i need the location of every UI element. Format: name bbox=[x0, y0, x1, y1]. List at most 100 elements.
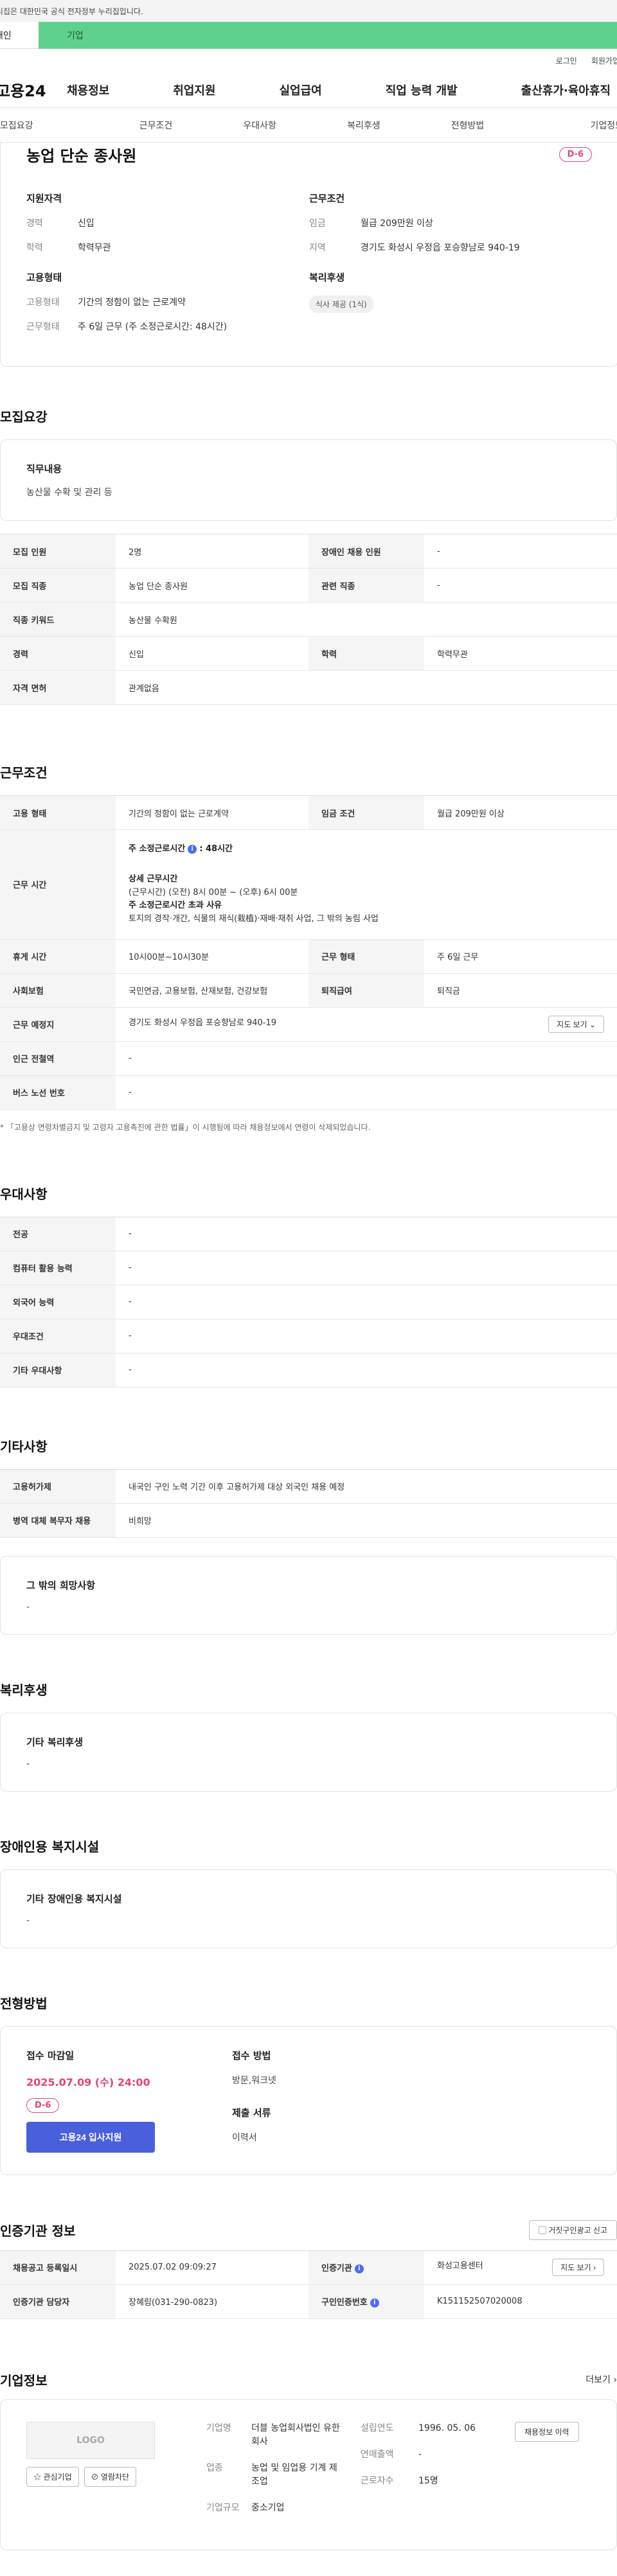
welfare-chip: 식사 제공 (1식) bbox=[309, 296, 373, 313]
table-row: 직종 키워드 농산물 수확원 bbox=[0, 602, 617, 637]
gnb-item-employment-support[interactable]: 취업지원 bbox=[173, 82, 215, 98]
table-row: 우대조건 - bbox=[0, 1319, 617, 1354]
category-bar: 개인 기업 bbox=[0, 22, 617, 49]
gnb-item-unemployment-benefit[interactable]: 실업급여 bbox=[280, 82, 322, 98]
info-icon[interactable]: i bbox=[188, 844, 197, 854]
deadline-value: 2025.07.09 (수) 24:00 bbox=[26, 2076, 150, 2088]
dday-badge: D-6 bbox=[559, 146, 592, 162]
qualification-title: 지원자격 bbox=[26, 193, 62, 204]
agency-section-title: 인증기관 정보 bbox=[0, 2223, 76, 2239]
company-logo: LOGO bbox=[26, 2421, 155, 2459]
prefer-table: 전공 - 컴퓨터 활용 능력 - 외국어 능력 - 우대조건 - 기타 우대사항 - bbox=[0, 1216, 617, 1388]
apply-button[interactable]: 고용24 입사지원 bbox=[26, 2121, 155, 2153]
category-company-tab[interactable]: 기업 bbox=[39, 22, 617, 49]
table-row: 모집 인원 2명 장애인 채용 인원 - bbox=[0, 534, 617, 569]
welfare-box-title: 기타 복리후생 bbox=[26, 1736, 84, 1748]
table-row: 사회보험 국민연금, 고용보험, 산재보험, 건강보험 퇴직급여 퇴직금 bbox=[0, 973, 617, 1008]
welfare-title: 복리후생 bbox=[309, 272, 345, 283]
disability-section-title: 장애인용 복지시설 bbox=[0, 1839, 100, 1855]
company-section-title: 기업정보 bbox=[0, 2372, 48, 2388]
work-condition-title: 근무조건 bbox=[309, 193, 345, 204]
login-link[interactable]: 로그인 bbox=[556, 55, 577, 66]
disability-box-text: - bbox=[26, 1915, 30, 1926]
deadline-area: 접수 마감일 2025.07.09 (수) 24:00 D-6 고용24 입사지… bbox=[26, 2049, 206, 2153]
map-view-button[interactable]: 지도 보기 ⌄ bbox=[548, 1016, 604, 1034]
work-time-detail: 주 소정근로시간 i: 48시간 상세 근무시간 (근무시간) (오전) 8시 0… bbox=[116, 829, 617, 940]
tab-welfare[interactable]: 복리후생 bbox=[312, 119, 416, 132]
recruit-section-title: 모집요강 bbox=[0, 409, 48, 425]
sales-row: 연매출액 - bbox=[361, 2449, 422, 2460]
selection-section-title: 전형방법 bbox=[0, 1995, 48, 2011]
table-row: 외국어 능력 - bbox=[0, 1285, 617, 1319]
method-label: 접수 방법 bbox=[232, 2049, 271, 2061]
recruit-history-button[interactable]: 채용정보 이력 bbox=[515, 2421, 579, 2442]
employment-type-row: 고용형태 기간의 정함이 없는 근로계약 bbox=[26, 297, 186, 308]
table-row: 병역 대체 복무자 채용 비희망 bbox=[0, 1503, 617, 1538]
block-icon: ⊘ bbox=[91, 2472, 99, 2482]
info-icon[interactable]: i bbox=[354, 2264, 364, 2273]
tab-preference[interactable]: 우대사항 bbox=[208, 119, 312, 132]
util-nav: 로그인 회원가입 bbox=[0, 49, 617, 72]
duty-title: 직무내용 bbox=[26, 463, 62, 475]
prefer-section-title: 우대사항 bbox=[0, 1186, 48, 1202]
bottom-spacer bbox=[0, 2550, 617, 2576]
section-tabs: 모집요강 근무조건 우대사항 복리후생 전형방법 기업정보 bbox=[0, 108, 617, 143]
star-icon: ☆ bbox=[33, 2472, 42, 2482]
company-card: LOGO ☆ 관심기업 ⊘ 열람차단 기업명 더블 농업회사법인 유한회사 업종 농… bbox=[0, 2399, 617, 2550]
summary-right: 근무조건 임금 월급 209만원 이상 지역 경기도 화성시 우정읍 포승향남로 9… bbox=[309, 191, 592, 344]
page: 이 누리집은 대한민국 공식 전자정부 누리집입니다. 개인 기업 로그인 회원… bbox=[0, 0, 617, 2576]
staff-row: 근로자수 15명 bbox=[361, 2475, 438, 2486]
table-row: 기타 우대사항 - bbox=[0, 1353, 617, 1388]
site-logo[interactable]: 고용24 bbox=[0, 78, 67, 101]
table-row: 고용허가제 내국인 구인 노력 기간 이후 고용허가제 대상 외국인 채용 예정 bbox=[0, 1469, 617, 1504]
summary-columns: 지원자격 경력 신입 학력 학력무관 고용형태 고용형태 기간의 정함이 없는 근로계… bbox=[26, 191, 592, 344]
gnb-item-parental-leave[interactable]: 출산휴가·육아휴직 bbox=[521, 82, 611, 98]
company-info: 기업명 더블 농업회사법인 유한회사 업종 농업 및 임업용 기계 제조업 기업규모… bbox=[155, 2421, 591, 2528]
agency-map-button[interactable]: 지도 보기 › bbox=[552, 2259, 604, 2277]
category-personal-tab[interactable]: 개인 bbox=[0, 22, 39, 49]
employment-type-title: 고용형태 bbox=[26, 272, 62, 283]
report-false-ad-button[interactable]: ▢ 거짓구인광고 신고 bbox=[528, 2219, 617, 2240]
summary-card: 농업 단순 종사원 D-6 지원자격 경력 신입 학력 학력무관 고용형태 고용형태… bbox=[0, 143, 617, 367]
agency-header: 인증기관 정보 ▢ 거짓구인광고 신고 bbox=[0, 2219, 617, 2240]
more-link[interactable]: 더보기 › bbox=[586, 2373, 617, 2386]
work-table: 고용 형태 기간의 정함이 없는 근로계약 임금 조건 월급 209만원 이상 근무… bbox=[0, 795, 617, 1110]
recruit-table: 모집 인원 2명 장애인 채용 인원 - 모집 직종 농업 단순 종사원 관련 직종 -… bbox=[0, 534, 617, 705]
info-icon[interactable]: i bbox=[370, 2298, 379, 2307]
region-row: 지역 경기도 화성시 우정읍 포승향남로 940-19 bbox=[309, 243, 520, 253]
gov-banner: 이 누리집은 대한민국 공식 전자정부 누리집입니다. bbox=[0, 0, 617, 22]
tab-selection[interactable]: 전형방법 bbox=[416, 119, 520, 132]
education-row: 학력 학력무관 bbox=[26, 243, 111, 253]
signup-link[interactable]: 회원가입 bbox=[591, 55, 617, 66]
tab-company[interactable]: 기업정보 bbox=[519, 119, 617, 132]
table-row: 경력 신입 학력 학력무관 bbox=[0, 636, 617, 671]
etc-table: 고용허가제 내국인 구인 노력 기간 이후 고용허가제 대상 외국인 채용 예정 … bbox=[0, 1469, 617, 1538]
career-row: 경력 신입 bbox=[26, 218, 94, 229]
docs-value: 이력서 bbox=[232, 2132, 257, 2143]
tab-work-condition[interactable]: 근무조건 bbox=[104, 119, 208, 132]
history-area: 채용정보 이력 bbox=[515, 2421, 579, 2528]
table-row: 버스 노선 번호 - bbox=[0, 1075, 617, 1110]
company-actions: ☆ 관심기업 ⊘ 열람차단 bbox=[26, 2466, 155, 2487]
other-wishes-text: - bbox=[26, 1601, 30, 1612]
welfare-section-title: 복리후생 bbox=[0, 1682, 48, 1698]
industry-row: 업종 농업 및 임업용 기계 제조업 bbox=[206, 2462, 337, 2487]
work-type-row: 근무형태 주 6일 근무 (주 소정근로시간: 48시간) bbox=[26, 322, 228, 332]
gnb-menu: 채용정보 취업지원 실업급여 직업 능력 개발 출산휴가·육아휴직 bbox=[67, 82, 617, 98]
gnb-item-vocational-training[interactable]: 직업 능력 개발 bbox=[386, 82, 458, 98]
deadline-dday-badge: D-6 bbox=[26, 2097, 60, 2113]
summary-header: 농업 단순 종사원 D-6 bbox=[26, 143, 592, 166]
report-icon: ▢ bbox=[538, 2225, 546, 2235]
block-view-button[interactable]: ⊘ 열람차단 bbox=[84, 2466, 137, 2487]
method-value: 방문,워크넷 bbox=[232, 2075, 276, 2086]
company-header: 기업정보 더보기 › bbox=[0, 2370, 617, 2389]
gnb-item-jobs[interactable]: 채용정보 bbox=[67, 82, 109, 98]
table-row: 컴퓨터 활용 능력 - bbox=[0, 1251, 617, 1285]
table-row: 휴게 시간 10시00분~10시30분 근무 형태 주 6일 근무 bbox=[0, 939, 617, 974]
deadline-label: 접수 마감일 bbox=[26, 2049, 75, 2061]
chevron-right-icon: › bbox=[593, 2263, 596, 2273]
favorite-company-button[interactable]: ☆ 관심기업 bbox=[26, 2466, 79, 2487]
tab-recruit[interactable]: 모집요강 bbox=[0, 119, 104, 132]
company-size-row: 기업규모 중소기업 bbox=[206, 2502, 285, 2513]
disability-card: 기타 장애인용 복지시설 - bbox=[0, 1869, 617, 1948]
